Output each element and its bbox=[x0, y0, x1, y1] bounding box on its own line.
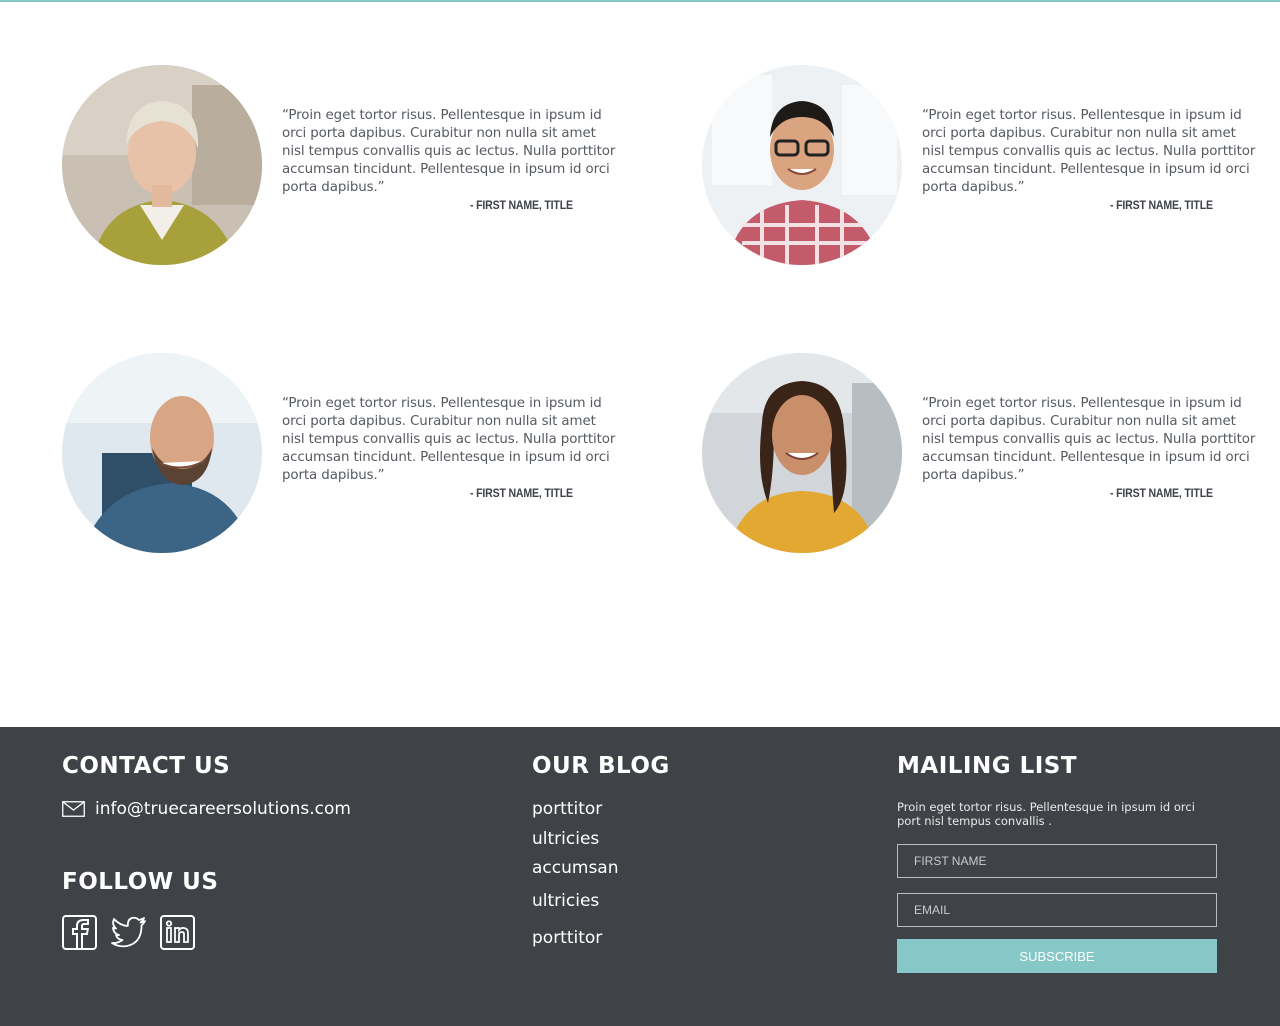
blog-link[interactable]: porttitor bbox=[532, 799, 602, 819]
footer: CONTACT US info@truecareersolutions.com … bbox=[0, 727, 1280, 1026]
follow-title: FOLLOW US bbox=[62, 869, 219, 895]
avatar bbox=[62, 353, 262, 553]
facebook-icon[interactable] bbox=[62, 915, 97, 950]
top-accent-line bbox=[0, 0, 1280, 2]
avatar bbox=[62, 65, 262, 265]
blog-link[interactable]: porttitor bbox=[532, 928, 602, 948]
testimonial-card: “Proin eget tortor risus. Pellentesque i… bbox=[702, 353, 1280, 553]
email-input[interactable] bbox=[897, 893, 1217, 927]
contact-email-row[interactable]: info@truecareersolutions.com bbox=[62, 799, 351, 819]
blog-title: OUR BLOG bbox=[532, 753, 670, 779]
twitter-icon[interactable] bbox=[111, 915, 146, 950]
subscribe-button[interactable]: SUBSCRIBE bbox=[897, 939, 1217, 973]
testimonial-card: “Proin eget tortor risus. Pellentesque i… bbox=[62, 353, 662, 553]
testimonial-quote: “Proin eget tortor risus. Pellentesque i… bbox=[922, 108, 1256, 195]
testimonial-card: “Proin eget tortor risus. Pellentesque i… bbox=[702, 65, 1280, 265]
testimonial-author: - FIRST NAME, TITLE bbox=[1110, 198, 1213, 212]
blog-link[interactable]: accumsan bbox=[532, 858, 619, 878]
blog-link[interactable]: ultricies bbox=[532, 829, 599, 849]
testimonial-card: “Proin eget tortor risus. Pellentesque i… bbox=[62, 65, 662, 265]
avatar bbox=[702, 65, 902, 265]
first-name-input[interactable] bbox=[897, 844, 1217, 878]
contact-title: CONTACT US bbox=[62, 753, 231, 779]
testimonial-quote: “Proin eget tortor risus. Pellentesque i… bbox=[922, 396, 1256, 483]
testimonial-author: - FIRST NAME, TITLE bbox=[1110, 486, 1213, 500]
blog-link[interactable]: ultricies bbox=[532, 891, 599, 911]
social-links bbox=[62, 915, 209, 950]
testimonial-author: - FIRST NAME, TITLE bbox=[470, 198, 573, 212]
envelope-icon bbox=[62, 801, 85, 817]
testimonial-quote: “Proin eget tortor risus. Pellentesque i… bbox=[282, 108, 616, 195]
mailing-list-title: MAILING LIST bbox=[897, 753, 1078, 779]
contact-email-link[interactable]: info@truecareersolutions.com bbox=[95, 799, 351, 819]
mailing-list-description: Proin eget tortor risus. Pellentesque in… bbox=[897, 800, 1195, 828]
testimonial-quote: “Proin eget tortor risus. Pellentesque i… bbox=[282, 396, 616, 483]
avatar bbox=[702, 353, 902, 553]
testimonial-author: - FIRST NAME, TITLE bbox=[470, 486, 573, 500]
linkedin-icon[interactable] bbox=[160, 915, 195, 950]
